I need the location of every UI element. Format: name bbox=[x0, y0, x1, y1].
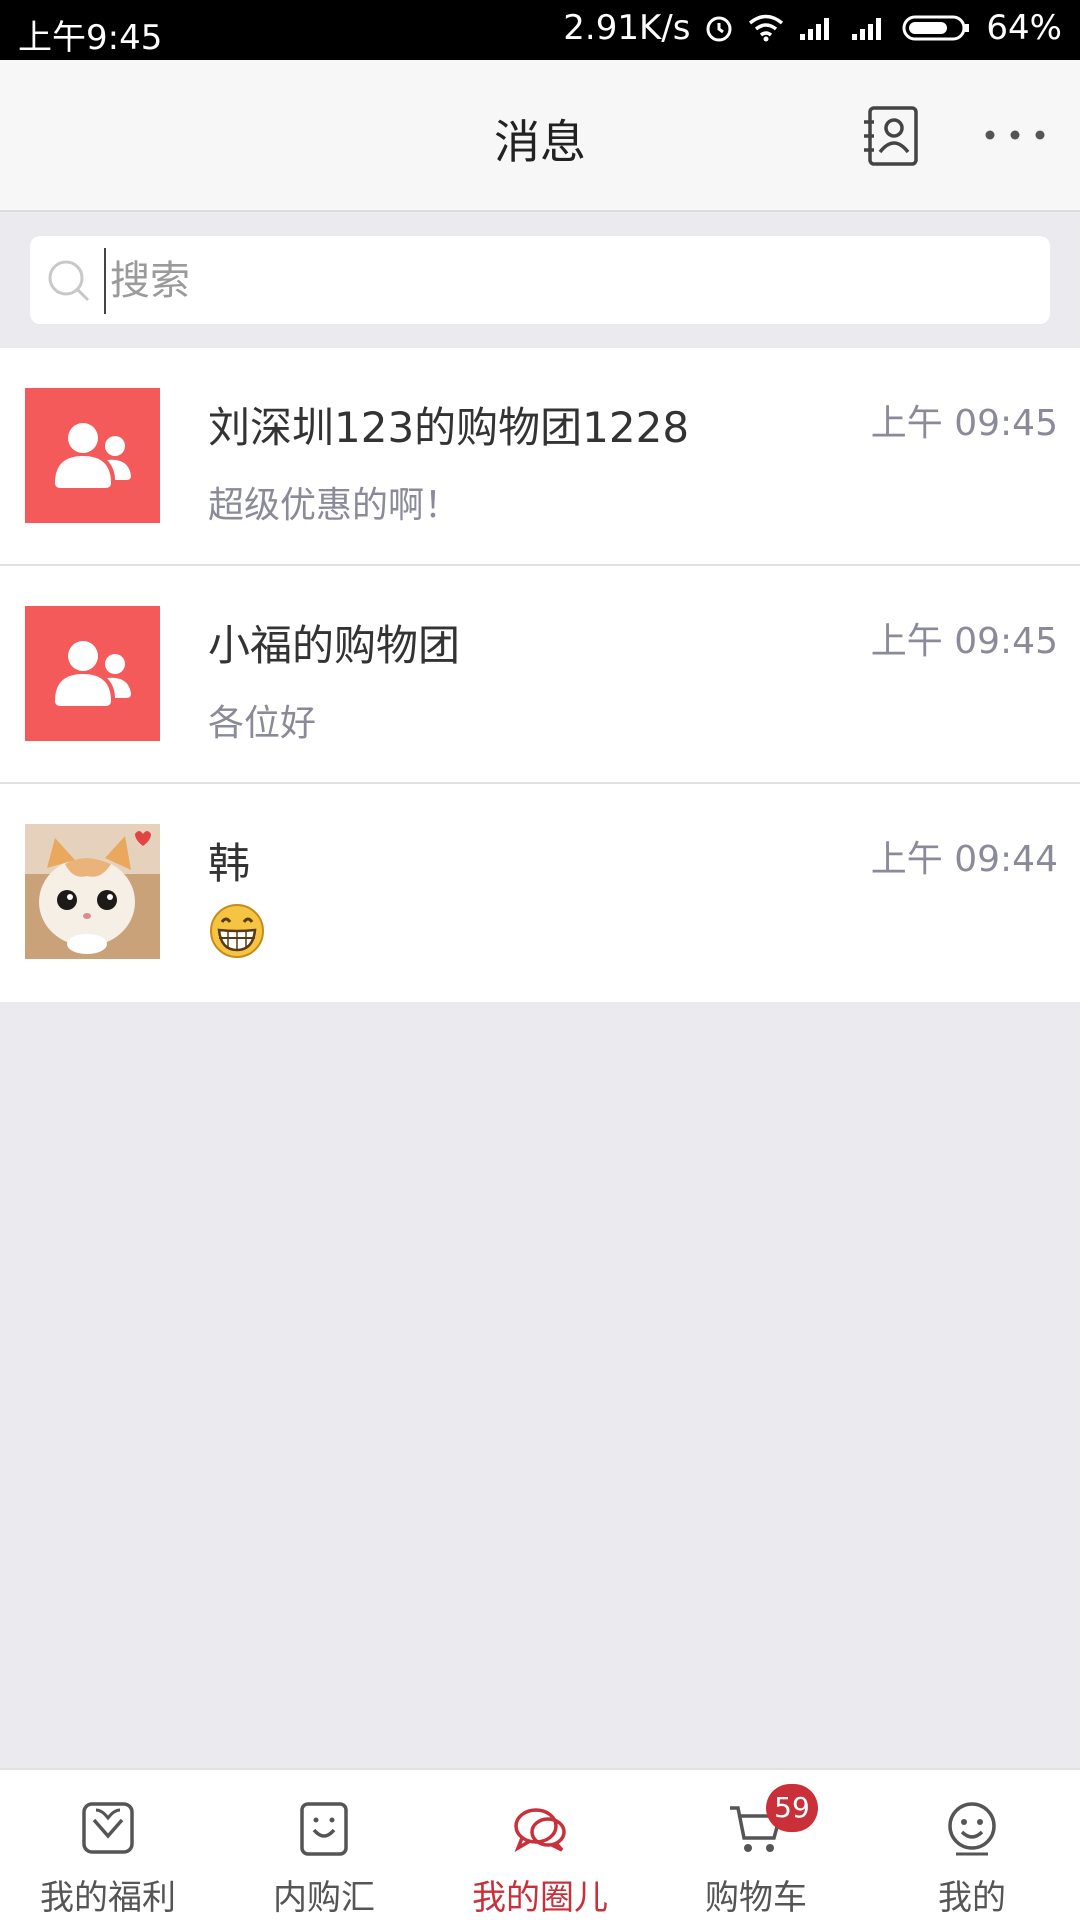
tab-label: 我的 bbox=[938, 1878, 1006, 1918]
chat-time: 上午 09:44 bbox=[870, 839, 1058, 880]
shopping-bag-icon bbox=[300, 1802, 348, 1856]
chat-item[interactable]: 韩 上午 09:44 bbox=[0, 784, 1080, 1002]
header-bar: 消息 bbox=[0, 60, 1080, 212]
chat-time: 上午 09:45 bbox=[870, 403, 1058, 444]
tab-my-circle[interactable]: 我的圈儿 bbox=[432, 1770, 648, 1922]
chat-time: 上午 09:45 bbox=[870, 621, 1058, 662]
smiley-icon bbox=[948, 1802, 996, 1856]
alarm-icon bbox=[706, 16, 732, 42]
search-input[interactable] bbox=[104, 248, 1012, 314]
tab-label: 内购汇 bbox=[273, 1878, 375, 1918]
chat-name: 小福的购物团 bbox=[208, 621, 461, 670]
cart-badge: 59 bbox=[766, 1784, 818, 1832]
chat-name: 韩 bbox=[208, 839, 251, 888]
search-icon bbox=[48, 260, 90, 302]
tab-label: 购物车 bbox=[705, 1878, 807, 1918]
network-speed: 2.91K/s bbox=[563, 8, 691, 48]
signal-icon bbox=[800, 18, 830, 40]
chat-item[interactable]: 刘深圳123的购物团1228 上午 09:45 超级优惠的啊！ bbox=[0, 348, 1080, 566]
tab-label: 我的圈儿 bbox=[472, 1878, 608, 1918]
tab-mine[interactable]: 我的 bbox=[864, 1770, 1080, 1922]
chat-preview: 超级优惠的啊！ bbox=[208, 485, 461, 526]
chat-list: 刘深圳123的购物团1228 上午 09:45 超级优惠的啊！ 小福的购物团 上… bbox=[0, 348, 1080, 1002]
battery-icon bbox=[902, 15, 970, 41]
group-icon bbox=[55, 641, 131, 706]
cat-photo bbox=[25, 824, 160, 959]
grinning-emoji-icon bbox=[210, 904, 264, 958]
bottom-tab-bar: 我的福利 内购汇 我的圈儿 59 购物车 我的 bbox=[0, 1768, 1080, 1922]
status-bar: 上午9:45 2.91K/s 64% bbox=[0, 0, 1080, 60]
more-menu-icon[interactable] bbox=[980, 120, 1050, 150]
wifi-icon bbox=[749, 14, 784, 42]
chat-name: 刘深圳123的购物团1228 bbox=[208, 403, 690, 452]
group-avatar bbox=[25, 388, 160, 523]
group-icon bbox=[55, 423, 131, 488]
tab-shopping-cart[interactable]: 59 购物车 bbox=[648, 1770, 864, 1922]
chat-preview: 各位好 bbox=[208, 703, 317, 744]
status-indicators: 2.91K/s 64% bbox=[563, 8, 1062, 48]
chat-bubbles-icon bbox=[514, 1808, 566, 1853]
status-time: 上午9:45 bbox=[18, 18, 163, 58]
chat-item[interactable]: 小福的购物团 上午 09:45 各位好 bbox=[0, 566, 1080, 784]
tab-internal-purchase[interactable]: 内购汇 bbox=[216, 1770, 432, 1922]
tab-label: 我的福利 bbox=[40, 1878, 176, 1918]
group-avatar bbox=[25, 606, 160, 741]
user-avatar bbox=[25, 824, 160, 959]
signal-icon-2 bbox=[852, 18, 882, 40]
search-box[interactable] bbox=[30, 236, 1050, 324]
tab-my-welfare[interactable]: 我的福利 bbox=[0, 1770, 216, 1922]
battery-level: 64% bbox=[986, 8, 1062, 48]
contacts-icon[interactable] bbox=[862, 104, 922, 168]
heart-bag-icon bbox=[82, 1802, 134, 1854]
search-area bbox=[0, 212, 1080, 348]
